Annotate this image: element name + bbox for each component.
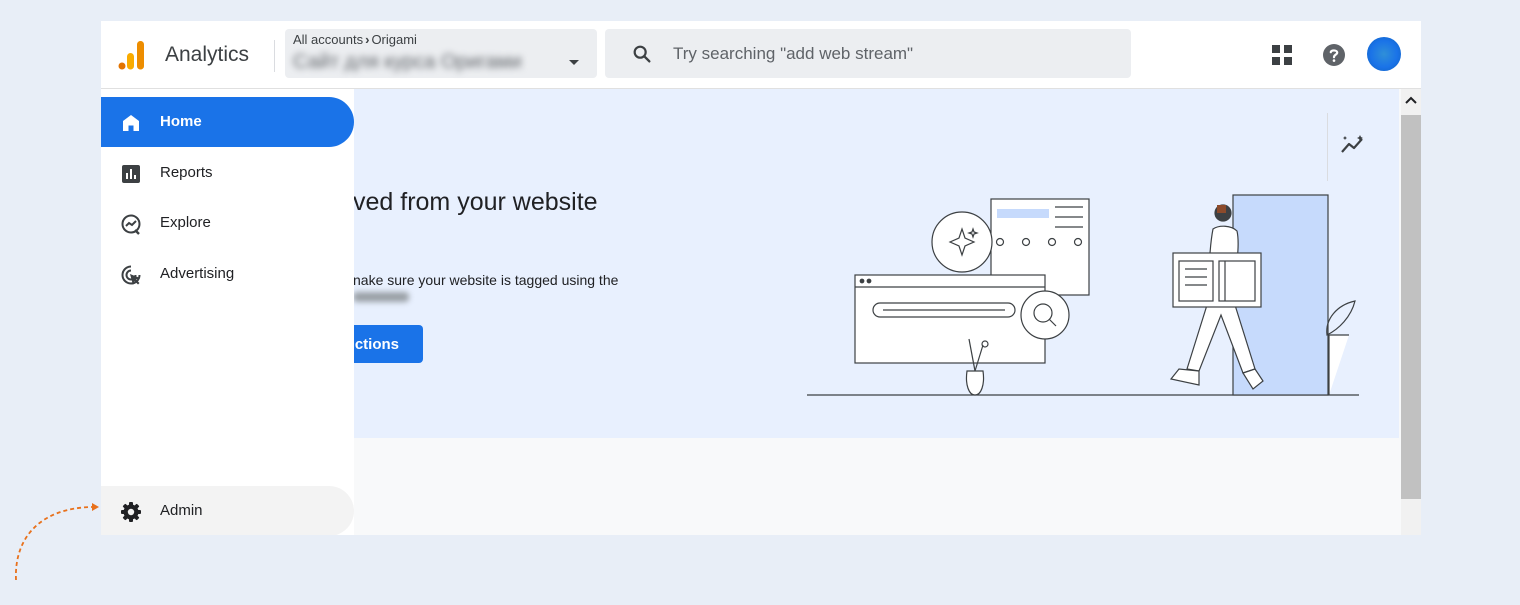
app-title: Analytics [165,43,250,66]
account-picker[interactable]: All accounts › Origami Сайт для курса Ориг… [285,29,597,78]
breadcrumb-account: Origami [371,32,417,47]
home-icon [123,115,139,131]
analytics-logo-icon[interactable] [117,39,145,71]
divider [1327,113,1328,181]
property-name: Сайт для курса Оригами [293,51,522,73]
top-bar: Analytics All accounts › Origami Сайт для … [101,21,1421,89]
sidebar-item-label: Advertising [160,265,235,282]
gear-icon [121,502,141,522]
scroll-up-arrow-icon[interactable] [1405,95,1417,105]
sidebar-item-reports[interactable]: Reports [101,148,354,198]
hero-title: ved from your website [353,188,598,216]
search-box[interactable] [605,29,1131,78]
sidebar-item-label: Reports [160,164,213,181]
advertising-icon [121,265,141,285]
sidebar-item-label: Explore [160,214,211,231]
sidebar-item-explore[interactable]: Explore [101,198,354,248]
sidebar-item-home[interactable]: Home [101,97,354,147]
help-icon[interactable] [1322,43,1346,67]
apps-grid-icon[interactable] [1272,45,1292,65]
analytics-window: Analytics All accounts › Origami Сайт для … [101,21,1421,535]
insights-icon[interactable] [1339,133,1367,157]
vertical-scrollbar[interactable] [1401,89,1421,535]
account-breadcrumb: All accounts › Origami [293,32,417,47]
sidebar-item-label: Home [160,113,202,130]
sidebar-item-admin[interactable]: Admin [101,486,354,535]
breadcrumb-all-accounts: All accounts [293,32,364,47]
chevron-right-icon: › [365,32,370,47]
search-input[interactable] [671,41,1115,67]
blurred-text [353,292,409,302]
sidebar-item-label: Admin [160,502,203,519]
scrollbar-thumb[interactable] [1401,115,1421,499]
explore-icon [121,214,141,235]
avatar[interactable] [1367,37,1401,71]
reports-icon [122,165,140,183]
website-setup-illustration [807,194,1359,396]
dropdown-caret-icon [569,60,579,65]
hero-description: nake sure your website is tagged using t… [353,272,619,288]
nav-drawer: Home Reports Explore Advertising Admin [101,89,354,535]
search-icon [633,45,651,63]
sidebar-item-advertising[interactable]: Advertising [101,249,354,299]
divider [274,40,275,72]
annotation-arrow-icon [15,503,99,581]
